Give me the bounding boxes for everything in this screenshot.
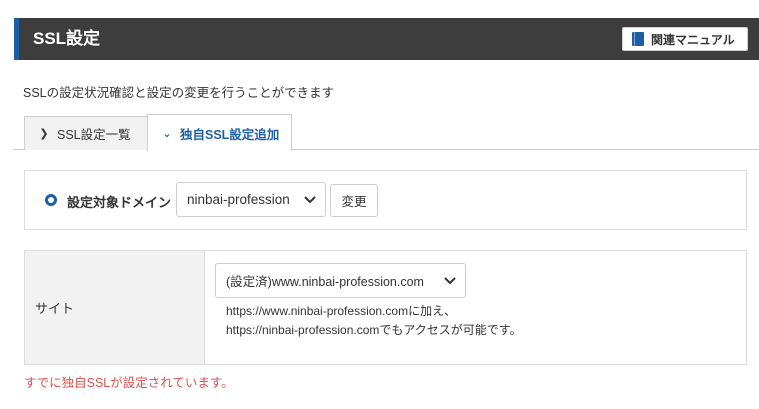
- chevron-right-icon: ❯: [39, 128, 49, 140]
- page-header: SSL設定 関連マニュアル: [14, 18, 759, 60]
- page-title: SSL設定: [33, 29, 101, 48]
- site-note-line2: https://ninbai-profession.comでもアクセスが可能です…: [226, 323, 522, 337]
- page-description: SSLの設定状況確認と設定の変更を行うことができます: [23, 86, 335, 100]
- tab-ssl-list-label: SSL設定一覧: [57, 128, 131, 142]
- site-select-value: (設定済)www.ninbai-profession.com: [226, 275, 424, 289]
- site-header-label: サイト: [35, 301, 75, 316]
- domain-label: 設定対象ドメイン: [67, 195, 172, 210]
- tab-ssl-list[interactable]: ❯ SSL設定一覧: [24, 116, 154, 150]
- chevron-down-icon: ⌄: [162, 127, 172, 140]
- radio-icon: [45, 194, 57, 206]
- site-settings-table: サイト (設定済)www.ninbai-profession.com https…: [24, 250, 747, 365]
- chevron-down-icon: [444, 276, 456, 284]
- related-manual-button[interactable]: 関連マニュアル: [622, 27, 748, 51]
- domain-selector-panel: 設定対象ドメイン ninbai-profession 変更: [24, 170, 747, 230]
- error-message: すでに独自SSLが設定されています。: [24, 376, 234, 390]
- book-icon: [632, 32, 644, 46]
- change-button[interactable]: 変更: [330, 184, 378, 217]
- site-header-cell: サイト: [25, 251, 205, 364]
- tab-add-custom-ssl[interactable]: ⌄ 独自SSL設定追加: [147, 114, 292, 151]
- domain-select-value: ninbai-profession: [187, 192, 290, 207]
- related-manual-label: 関連マニュアル: [651, 32, 735, 47]
- tab-bar: ❯ SSL設定一覧 ⌄ 独自SSL設定追加: [14, 114, 759, 151]
- site-select[interactable]: (設定済)www.ninbai-profession.com: [215, 263, 466, 298]
- domain-select[interactable]: ninbai-profession: [176, 182, 326, 217]
- site-note-line1: https://www.ninbai-profession.comに加え、: [226, 304, 457, 318]
- tab-add-custom-ssl-label: 独自SSL設定追加: [180, 127, 280, 142]
- chevron-down-icon: [304, 195, 316, 203]
